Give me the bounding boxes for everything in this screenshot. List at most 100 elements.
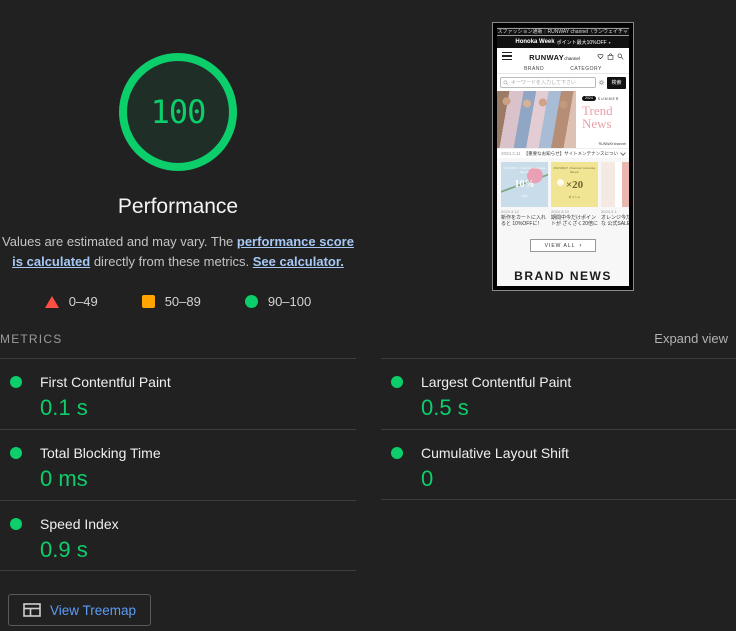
metric-value: 0.1 s <box>40 395 88 420</box>
thumb-card-carousel: RUNWAY channel Honoka Week 10% OFF 2024.… <box>497 162 629 227</box>
thumb-nav-category: CATEGORY <box>570 65 602 72</box>
thumb-card-caption: 新作をカートに入れると 10%OFFに！ <box>501 215 547 227</box>
thumb-search-button: 検索 <box>607 76 626 89</box>
legend-range-fail: 0–49 <box>68 294 98 309</box>
metric-status-icon <box>10 518 22 530</box>
thumb-nav: BRAND CATEGORY <box>497 64 629 74</box>
red-triangle-icon <box>44 295 59 308</box>
gear-icon <box>598 79 605 86</box>
metric-first-contentful-paint: First Contentful Paint 0.1 s <box>0 358 356 429</box>
thumb-card-foot: OFF <box>521 194 528 198</box>
metrics-header: METRICS Expand view <box>0 331 728 346</box>
thumb-search-row: キーワードを入力して下さい 検索 <box>497 74 629 91</box>
metric-total-blocking-time: Total Blocking Time 0 ms <box>0 429 356 500</box>
thumb-news-date: 2024.2.11 <box>501 151 521 156</box>
metric-name: Largest Contentful Paint <box>421 374 572 390</box>
thumbnail-screen: レディースファッション通販｜RUNWAY channel（ランウェイチャンネル）… <box>497 27 629 286</box>
search-icon <box>617 53 624 60</box>
metric-status-icon <box>10 376 22 388</box>
legend-item-average: 50–89 <box>141 294 201 309</box>
metric-name: Total Blocking Time <box>40 445 161 461</box>
legend-range-average: 50–89 <box>164 294 201 309</box>
thumb-card-date: 2024.3.10 <box>551 209 569 214</box>
thumb-card-foot: ポイント <box>568 195 581 199</box>
thumb-news-bar: 2024.2.11 【重要なお知らせ】サイトメンテナンスについて <box>497 148 629 158</box>
thumb-hero-photo <box>497 91 576 148</box>
metrics-grid: First Contentful Paint 0.1 s Total Block… <box>0 358 736 571</box>
thumb-site-header: RUNWAYchannel <box>497 48 629 64</box>
thumb-promo-card: RUNWAY channel Honoka Week ×20 ポイント 2024… <box>551 162 598 227</box>
metrics-column-right: Largest Contentful Paint 0.5 s Cumulativ… <box>381 358 736 571</box>
thumb-promo-brand: Honoka Week <box>515 39 555 45</box>
thumb-hero: 2024 SUMMER Trend News RUNWAYchannel <box>497 91 629 148</box>
thumb-header-icons <box>597 53 624 60</box>
metric-value: 0 ms <box>40 466 88 491</box>
thumb-hero-title-2: News <box>582 116 612 131</box>
shopping-bag-icon <box>607 53 614 60</box>
thumb-card-caption: 期間中今だけポイントが ざくざく20倍に <box>551 215 598 227</box>
metric-largest-contentful-paint: Largest Contentful Paint 0.5 s <box>381 358 736 429</box>
legend-range-pass: 90–100 <box>267 294 312 309</box>
performance-score-value: 100 <box>150 93 207 131</box>
treemap-icon <box>23 603 41 617</box>
thumb-card-badge-dot <box>557 179 564 186</box>
chevron-right-icon: › <box>579 242 582 249</box>
thumb-card-image-yellow: RUNWAY channel Honoka Week ×20 ポイント <box>551 162 598 207</box>
metric-value: 0.9 s <box>40 537 88 562</box>
metric-name: First Contentful Paint <box>40 374 171 390</box>
thumb-card-head: RUNWAY channel Honoka Week <box>503 166 546 174</box>
thumb-hero-credit: RUNWAYchannel <box>598 142 626 146</box>
thumb-view-all-label: VIEW ALL <box>544 242 576 249</box>
metric-cumulative-layout-shift: Cumulative Layout Shift 0 <box>381 429 736 500</box>
metric-status-icon <box>391 447 403 459</box>
performance-score-section: 100 Performance Values are estimated and… <box>0 0 356 309</box>
thumb-search-placeholder: キーワードを入力して下さい <box>511 80 576 86</box>
metrics-caption: METRICS <box>0 331 63 346</box>
caret-down-icon: ▾ <box>608 39 611 45</box>
thumb-brand-news-heading: BRAND NEWS <box>514 269 612 283</box>
thumb-card-image-pink <box>601 162 629 207</box>
legend-item-pass: 90–100 <box>244 294 312 309</box>
metric-speed-index: Speed Index 0.9 s <box>0 500 356 571</box>
expand-view-button[interactable]: Expand view <box>654 331 728 346</box>
thumb-card-image-blue: RUNWAY channel Honoka Week 10% OFF <box>501 162 548 207</box>
see-calculator-link[interactable]: See calculator. <box>253 254 344 269</box>
green-circle-icon <box>244 295 258 308</box>
thumb-card-date: 2024.3.12 <box>501 209 519 214</box>
score-description: Values are estimated and may vary. The p… <box>2 232 354 272</box>
metric-name: Speed Index <box>40 516 119 532</box>
performance-gauge[interactable]: 100 <box>119 53 237 171</box>
thumb-card-date: 2024.3.1 <box>601 209 617 214</box>
thumb-promo-card: 2024.3.1 オレンジ今だけお得な 公式SALE <box>601 162 629 227</box>
metric-name: Cumulative Layout Shift <box>421 445 569 461</box>
view-treemap-button[interactable]: View Treemap <box>8 594 152 626</box>
heart-icon <box>597 53 604 59</box>
thumb-search-input: キーワードを入力して下さい <box>500 77 596 88</box>
thumb-promo-section: RUNWAY channel Honoka Week 10% OFF 2024.… <box>497 158 629 286</box>
thumb-topbar-title: レディースファッション通販｜RUNWAY channel（ランウェイチャンネル） <box>497 27 629 36</box>
thumb-card-big-text: 10% <box>514 179 535 190</box>
metric-status-icon <box>391 376 403 388</box>
thumb-hero-panel: 2024 SUMMER Trend News RUNWAYchannel <box>576 91 629 148</box>
thumb-logo-main: RUNWAY <box>529 53 565 62</box>
description-text-2: directly from these metrics. <box>90 254 253 269</box>
chevron-down-icon <box>620 149 626 156</box>
thumb-news-text: 【重要なお知らせ】サイトメンテナンスについて <box>523 150 618 156</box>
search-icon <box>503 80 509 86</box>
thumb-promo-card: RUNWAY channel Honoka Week 10% OFF 2024.… <box>501 162 548 227</box>
score-legend: 0–49 50–89 90–100 <box>0 294 356 309</box>
legend-item-fail: 0–49 <box>44 294 98 309</box>
thumb-logo: RUNWAYchannel <box>512 47 597 65</box>
thumb-site-title: レディースファッション通販｜RUNWAY channel（ランウェイチャンネル） <box>497 27 629 36</box>
metrics-column-left: First Contentful Paint 0.1 s Total Block… <box>0 358 356 571</box>
performance-title: Performance <box>117 195 239 218</box>
orange-square-icon <box>141 295 155 308</box>
metric-value: 0.5 s <box>421 395 469 420</box>
thumb-card-head: RUNWAY channel Honoka Week <box>553 166 596 174</box>
metric-status-icon <box>10 447 22 459</box>
metric-value: 0 <box>421 466 434 491</box>
view-treemap-label: View Treemap <box>50 602 137 618</box>
thumb-view-all-button: VIEW ALL › <box>530 239 596 252</box>
thumb-nav-brand: BRAND <box>524 65 545 72</box>
description-text-1: Values are estimated and may vary. The <box>2 234 237 249</box>
